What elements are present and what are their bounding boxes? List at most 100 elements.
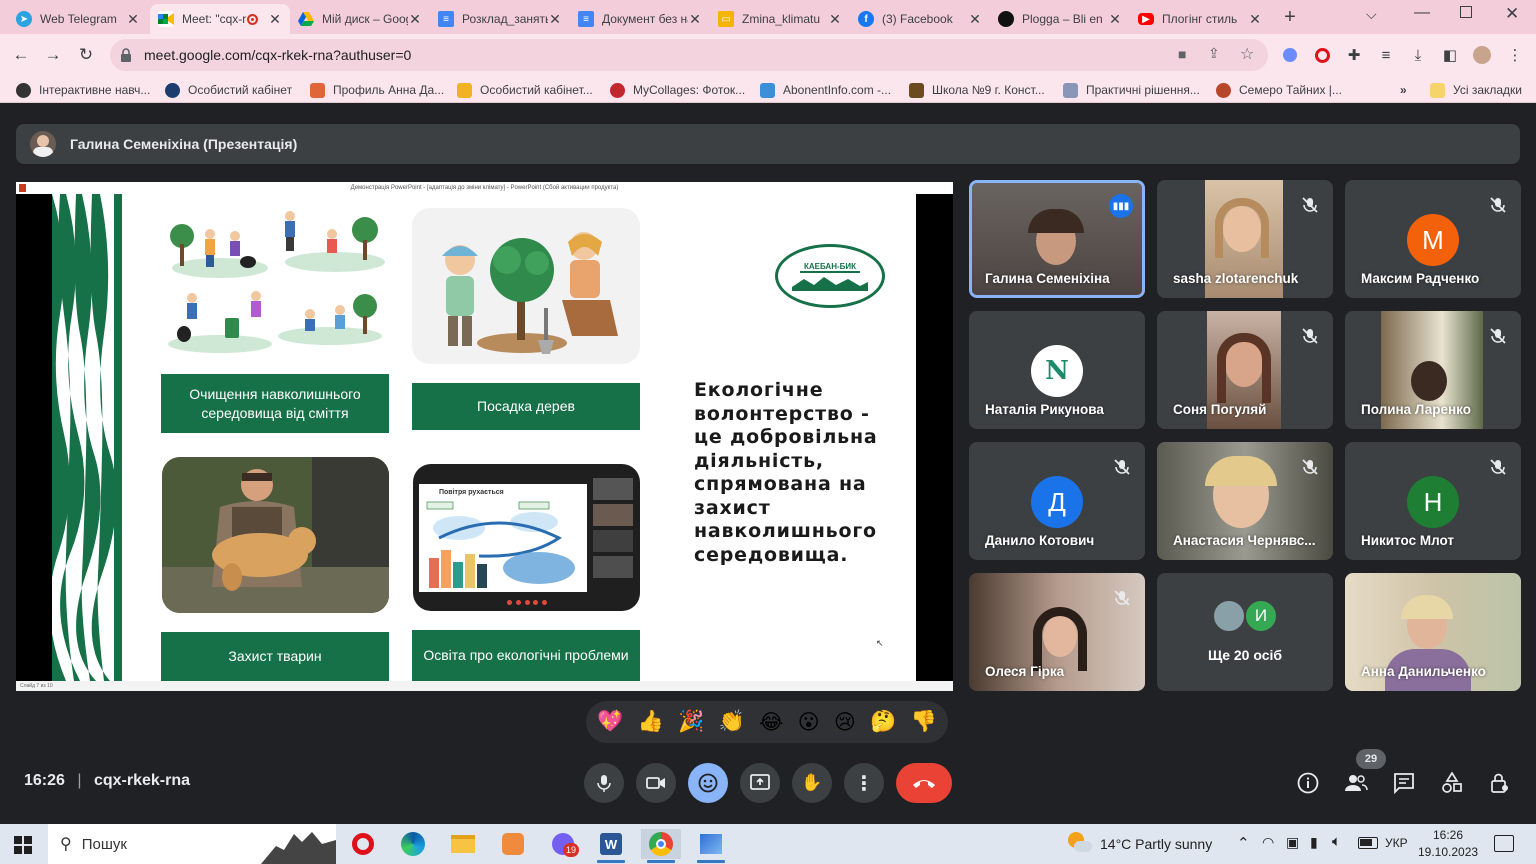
taskbar-photos[interactable] [691, 829, 731, 863]
taskbar-search-box[interactable]: ⚲ Пошук [48, 824, 336, 864]
taskbar-edge[interactable] [393, 829, 433, 859]
tab-youtube-ploging[interactable]: ▶ Плогінг стиль ✕ [1130, 4, 1270, 34]
participant-tile[interactable]: ▮▮▮ Галина Семеніхіна [969, 180, 1145, 298]
wifi-icon[interactable]: ◠ [1262, 834, 1274, 851]
reaction-laugh[interactable]: 😂 [759, 710, 784, 735]
participant-tile[interactable]: sasha zlotarenchuk [1157, 180, 1333, 298]
participant-tile[interactable]: Н Никитос Млот [1345, 442, 1521, 560]
taskbar-app-orange[interactable] [493, 829, 533, 859]
tab-google-drive[interactable]: Мій диск – Google Диск ✕ [290, 4, 430, 34]
camera-button[interactable] [636, 763, 676, 803]
raise-hand-button[interactable]: ✋ [792, 763, 832, 803]
new-tab-button[interactable]: + [1280, 6, 1300, 28]
profile-avatar-icon[interactable] [1472, 45, 1492, 65]
bookmark-item[interactable]: Семеро Тайних |... [1216, 81, 1342, 99]
opera-icon[interactable] [1312, 45, 1332, 65]
microphone-tray-icon[interactable]: ▮ [1310, 834, 1318, 851]
bookmark-star-icon[interactable]: ☆ [1240, 44, 1254, 64]
bookmark-item[interactable]: Практичні рішення... [1063, 81, 1200, 99]
microphone-button[interactable] [584, 763, 624, 803]
participant-tile[interactable]: Д Данило Котович [969, 442, 1145, 560]
close-icon[interactable]: ✕ [1108, 11, 1122, 28]
restore-icon[interactable] [1460, 6, 1472, 18]
weather-widget[interactable]: 14°C Partly sunny [1100, 836, 1212, 852]
tab-web-telegram[interactable]: ➤ Web Telegram ✕ [8, 4, 148, 34]
participant-tile[interactable]: Анастасия Чернявс... [1157, 442, 1333, 560]
participant-tile[interactable]: Анна Данильченко [1345, 573, 1521, 691]
tab-zmina-klimatu[interactable]: ▭ Zmina_klimatu ✕ [710, 4, 850, 34]
browser-menu-icon[interactable]: ⋮ [1505, 45, 1525, 65]
bookmark-item[interactable]: Школа №9 г. Конст... [909, 81, 1045, 99]
host-controls-button[interactable] [1487, 770, 1513, 796]
close-icon[interactable]: ✕ [1248, 11, 1262, 28]
leave-call-button[interactable] [896, 763, 952, 803]
participant-tile[interactable]: Олеся Гірка [969, 573, 1145, 691]
bookmark-item[interactable]: Інтерактивне навч... [16, 81, 150, 99]
windows-start-icon[interactable] [14, 836, 32, 854]
taskbar-file-explorer[interactable] [443, 829, 483, 859]
meet-tray-icon[interactable]: ▣ [1286, 834, 1299, 851]
tab-rozklad[interactable]: ≡ Розклад_занять ✕ [430, 4, 570, 34]
close-icon[interactable]: ✕ [968, 11, 982, 28]
minimize-icon[interactable]: — [1414, 4, 1430, 22]
taskbar-viber[interactable]: 19 [543, 829, 583, 859]
bookmark-item[interactable]: AbonentInfo.com -... [760, 81, 891, 99]
chat-button[interactable] [1391, 770, 1417, 796]
close-icon[interactable]: ✕ [548, 11, 562, 28]
tab-facebook[interactable]: f (3) Facebook ✕ [850, 4, 990, 34]
bookmark-item[interactable]: Особистий кабінет [165, 81, 292, 99]
volume-icon[interactable]: 🔈︎ [1332, 833, 1341, 850]
taskbar-clock[interactable]: 16:26 19.10.2023 [1418, 827, 1478, 861]
bookmark-item[interactable]: Профиль Анна Да... [310, 81, 444, 99]
forward-icon[interactable]: → [40, 42, 66, 68]
side-panel-icon[interactable]: ◧ [1440, 45, 1460, 65]
activities-button[interactable] [1439, 770, 1465, 796]
close-icon[interactable]: ✕ [688, 11, 702, 28]
more-participants-tile[interactable]: И Ще 20 осіб [1157, 573, 1333, 691]
taskbar-chrome[interactable] [641, 829, 681, 863]
extensions-puzzle-icon[interactable]: ✚ [1344, 45, 1364, 65]
reaction-sad[interactable]: 😢 [834, 710, 856, 735]
participant-tile[interactable]: Полина Ларенко [1345, 311, 1521, 429]
camera-icon[interactable]: ■ [1178, 46, 1186, 62]
all-bookmarks-button[interactable]: Усі закладки [1430, 81, 1522, 99]
meeting-details-button[interactable] [1295, 770, 1321, 796]
participant-tile[interactable]: M Максим Радченко [1345, 180, 1521, 298]
participant-tile[interactable]: Соня Погуляй [1157, 311, 1333, 429]
tab-document[interactable]: ≡ Документ без назви ✕ [570, 4, 710, 34]
bookmark-item[interactable]: MyCollages: Фоток... [610, 81, 745, 99]
battery-icon[interactable] [1358, 837, 1378, 849]
reaction-thumbs-up[interactable]: 👍 [638, 710, 664, 734]
tab-plogga[interactable]: Plogga – Bli en ✕ [990, 4, 1130, 34]
taskbar-opera[interactable] [343, 829, 383, 859]
close-icon[interactable]: ✕ [408, 11, 422, 28]
extension-circle-icon[interactable] [1280, 45, 1300, 65]
reaction-thinking[interactable]: 🤔 [870, 710, 896, 734]
reload-icon[interactable]: ↻ [73, 42, 99, 68]
reactions-button[interactable] [688, 763, 728, 803]
notifications-icon[interactable] [1494, 835, 1514, 852]
present-screen-button[interactable] [740, 763, 780, 803]
more-options-button[interactable]: ⋮ [844, 763, 884, 803]
tab-meet[interactable]: Meet: "cqx-rkek-rna" ✕ [150, 4, 290, 34]
share-icon[interactable]: ⇪ [1208, 45, 1220, 62]
download-icon[interactable]: ⤓ [1408, 45, 1428, 65]
presentation-screen[interactable]: Демонстрація PowerPoint - [адаптація до … [16, 182, 953, 691]
reaction-thumbs-down[interactable]: 👎 [911, 710, 937, 734]
address-bar[interactable]: meet.google.com/cqx-rkek-rna?authuser=0 … [110, 39, 1268, 71]
close-icon[interactable]: ✕ [126, 11, 140, 28]
close-icon[interactable]: ✕ [828, 11, 842, 28]
media-playlist-icon[interactable]: ≡ [1376, 45, 1396, 65]
people-button[interactable] [1343, 770, 1369, 796]
bookmark-item[interactable]: Особистий кабінет... [457, 81, 593, 99]
bookmarks-overflow-button[interactable]: » [1400, 81, 1407, 99]
back-icon[interactable]: ← [8, 42, 34, 68]
participant-tile[interactable]: N Наталія Рикунова [969, 311, 1145, 429]
tab-search-chevron-icon[interactable]: ⌵ [1366, 6, 1377, 23]
close-icon[interactable]: ✕ [268, 11, 282, 28]
reaction-clap[interactable]: 👏 [719, 710, 745, 734]
weather-icon[interactable] [1068, 832, 1092, 856]
reaction-surprised[interactable]: 😮 [798, 710, 820, 735]
tray-chevron-icon[interactable]: ⌃ [1237, 834, 1250, 852]
language-indicator[interactable]: УКР [1385, 836, 1408, 850]
